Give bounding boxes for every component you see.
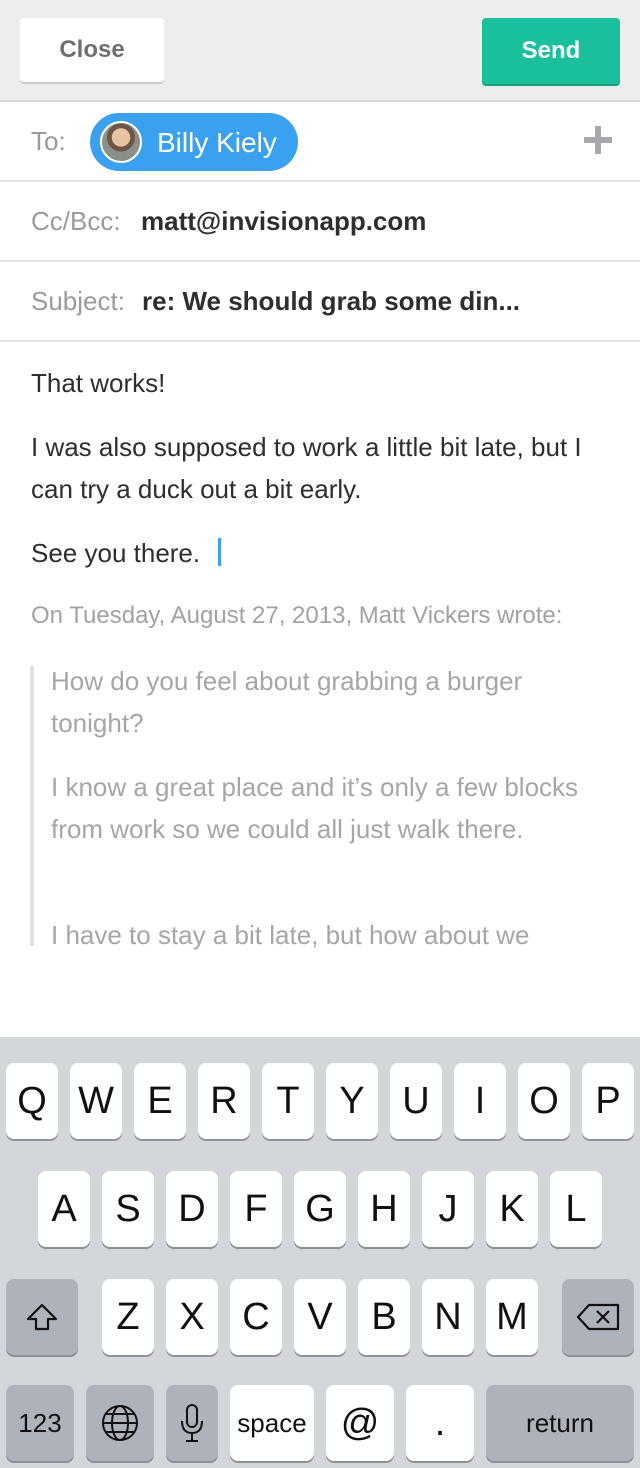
key-k[interactable]: K	[486, 1171, 538, 1247]
microphone-icon	[181, 1404, 203, 1442]
numbers-key[interactable]: 123	[6, 1385, 74, 1461]
key-h[interactable]: H	[358, 1171, 410, 1247]
key-m[interactable]: M	[486, 1279, 538, 1355]
shift-key[interactable]	[6, 1279, 78, 1355]
avatar	[100, 121, 142, 163]
subject-row[interactable]: Subject: re: We should grab some din...	[0, 262, 640, 342]
key-s[interactable]: S	[102, 1171, 154, 1247]
key-u[interactable]: U	[390, 1063, 442, 1139]
key-n[interactable]: N	[422, 1279, 474, 1355]
top-toolbar: Close Send	[0, 0, 640, 102]
keyboard: Q W E R T Y U I O P A S D F G H J K L Z …	[0, 1037, 640, 1468]
message-line: I was also supposed to work a little bit…	[31, 432, 582, 504]
shift-icon	[26, 1303, 58, 1331]
recipient-chip[interactable]: Billy Kiely	[90, 113, 298, 171]
dictation-key[interactable]	[166, 1385, 218, 1461]
cc-label: Cc/Bcc:	[31, 206, 121, 236]
key-l[interactable]: L	[550, 1171, 602, 1247]
message-line-cursor: See you there.	[31, 532, 611, 574]
quote-paragraph: I have to stay a bit late, but how about…	[51, 920, 530, 950]
key-g[interactable]: G	[294, 1171, 346, 1247]
key-b[interactable]: B	[358, 1279, 410, 1355]
key-y[interactable]: Y	[326, 1063, 378, 1139]
subject-label: Subject:	[31, 286, 125, 316]
space-key[interactable]: space	[230, 1385, 314, 1461]
key-f[interactable]: F	[230, 1171, 282, 1247]
key-i[interactable]: I	[454, 1063, 506, 1139]
key-a[interactable]: A	[38, 1171, 90, 1247]
delete-key[interactable]	[562, 1279, 634, 1355]
period-key[interactable]: .	[406, 1385, 474, 1461]
quote-paragraph: How do you feel about grabbing a burger …	[51, 666, 523, 738]
recipient-name: Billy Kiely	[157, 127, 277, 158]
quote-paragraph: I know a great place and it’s only a few…	[51, 772, 579, 844]
key-q[interactable]: Q	[6, 1063, 58, 1139]
send-button[interactable]: Send	[482, 18, 620, 84]
to-label: To:	[31, 126, 66, 156]
key-t[interactable]: T	[262, 1063, 314, 1139]
key-x[interactable]: X	[166, 1279, 218, 1355]
subject-value[interactable]: re: We should grab some din...	[142, 286, 520, 317]
quote-header: On Tuesday, August 27, 2013, Matt Vicker…	[31, 602, 563, 629]
to-row: To: Billy Kiely	[0, 102, 640, 182]
globe-key[interactable]	[86, 1385, 154, 1461]
key-o[interactable]: O	[518, 1063, 570, 1139]
add-recipient-icon[interactable]	[584, 126, 612, 154]
key-d[interactable]: D	[166, 1171, 218, 1247]
delete-icon	[576, 1303, 620, 1331]
key-p[interactable]: P	[582, 1063, 634, 1139]
at-key[interactable]: @	[326, 1385, 394, 1461]
key-j[interactable]: J	[422, 1171, 474, 1247]
key-v[interactable]: V	[294, 1279, 346, 1355]
cc-value[interactable]: matt@invisionapp.com	[141, 206, 426, 237]
key-w[interactable]: W	[70, 1063, 122, 1139]
close-button[interactable]: Close	[20, 18, 164, 82]
globe-icon	[102, 1405, 138, 1441]
key-c[interactable]: C	[230, 1279, 282, 1355]
return-key[interactable]: return	[486, 1385, 634, 1461]
key-e[interactable]: E	[134, 1063, 186, 1139]
text-cursor	[218, 538, 222, 566]
message-line: See you there.	[31, 538, 201, 568]
cc-row[interactable]: Cc/Bcc: matt@invisionapp.com	[0, 182, 640, 262]
quote-divider	[30, 666, 34, 946]
key-r[interactable]: R	[198, 1063, 250, 1139]
message-line: That works!	[31, 368, 166, 398]
key-z[interactable]: Z	[102, 1279, 154, 1355]
